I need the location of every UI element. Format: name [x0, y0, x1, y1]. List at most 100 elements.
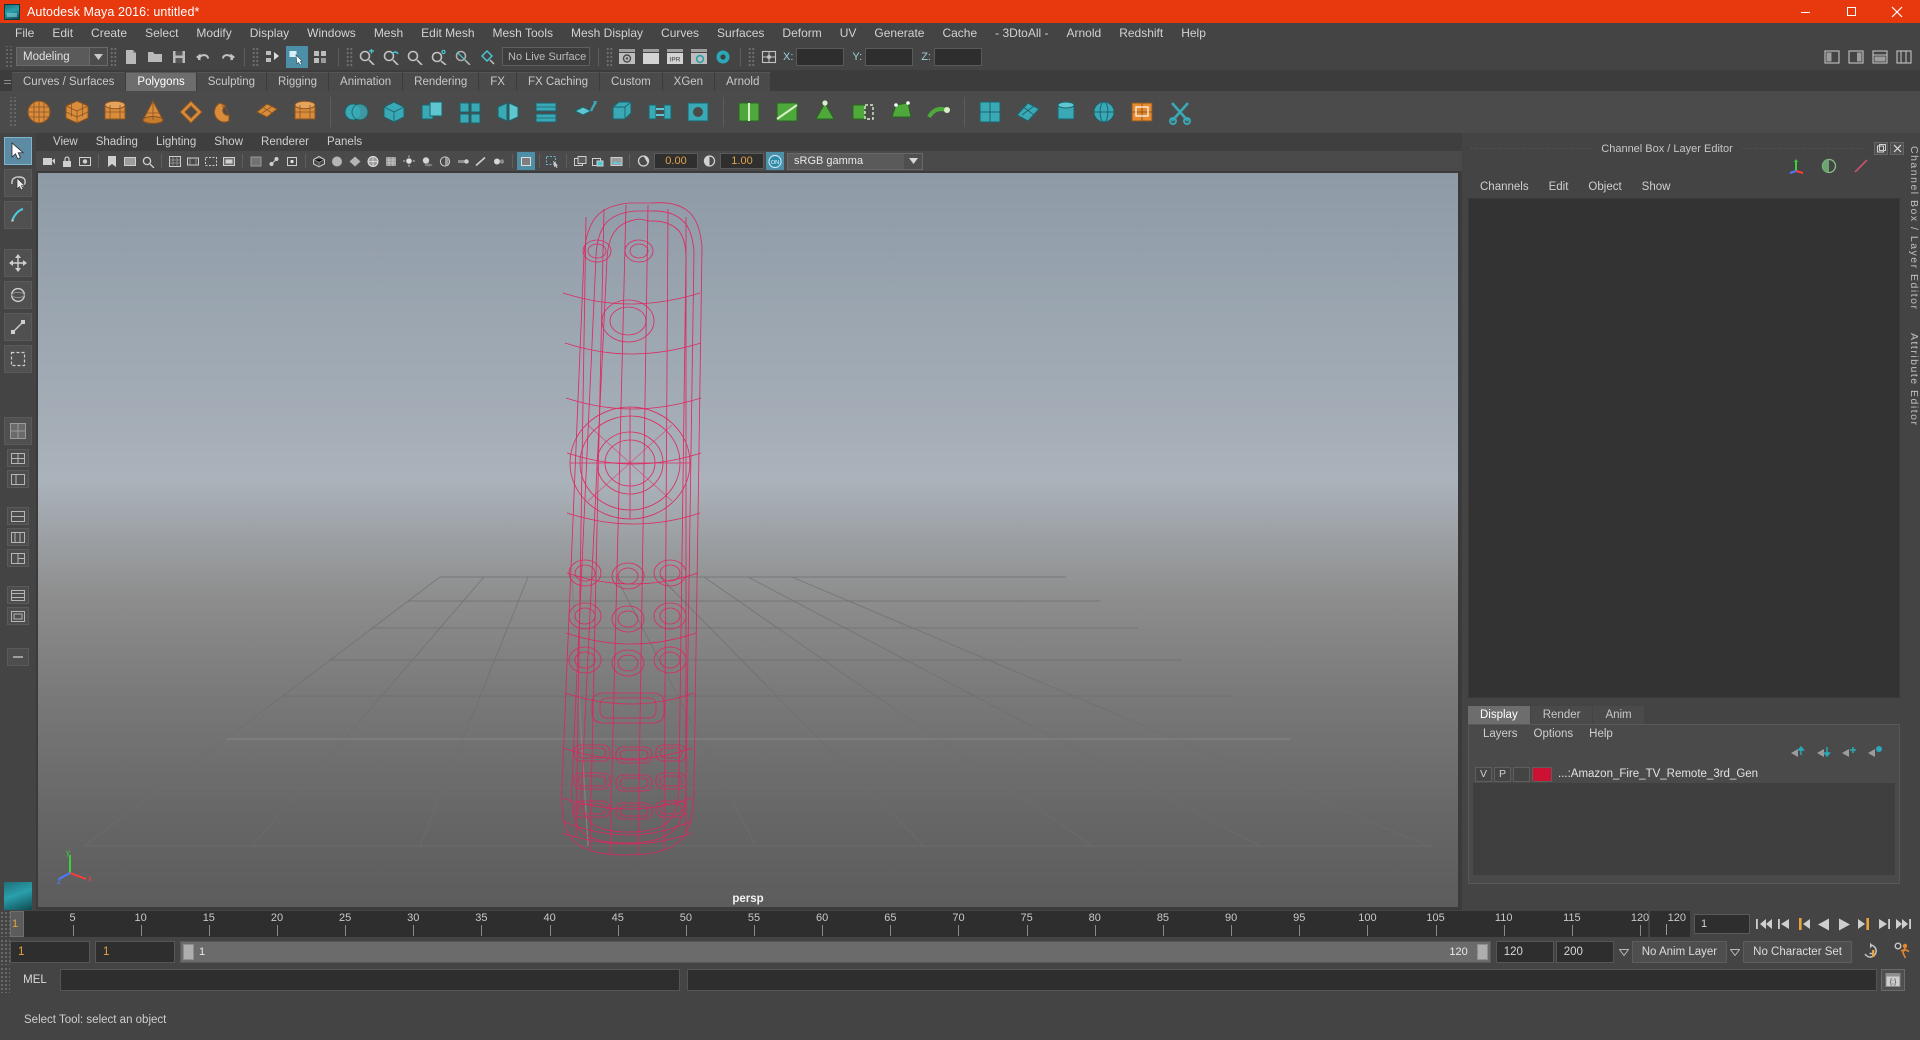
layer-color-swatch[interactable] [1532, 766, 1552, 782]
shelf-gripper[interactable] [2, 70, 12, 91]
spherical-mapping-icon[interactable] [1086, 94, 1122, 130]
image-plane-icon[interactable] [121, 152, 139, 170]
command-input[interactable] [60, 969, 680, 991]
range-start-input[interactable]: 1 [95, 941, 175, 963]
multisample-aa-icon[interactable] [472, 152, 490, 170]
camera-attributes-icon[interactable] [76, 152, 94, 170]
scale-tool[interactable] [4, 313, 32, 341]
collapse-toolbox-button[interactable] [7, 648, 29, 666]
select-tool[interactable] [4, 137, 32, 165]
play-forwards-icon[interactable] [1834, 913, 1854, 935]
snap-projected-icon[interactable] [428, 46, 450, 68]
shelf-tab-xgen[interactable]: XGen [662, 72, 715, 91]
shelf-tab-animation[interactable]: Animation [329, 72, 403, 91]
film-gate-icon[interactable] [184, 152, 202, 170]
snap-view-plane-icon[interactable] [452, 46, 474, 68]
texture-toggle-icon[interactable] [382, 152, 400, 170]
channelbox-menu-object[interactable]: Object [1578, 181, 1631, 193]
viewport-menu-panels[interactable]: Panels [318, 136, 371, 148]
panel-drag-dots-left[interactable] [1470, 148, 1594, 149]
layer-visibility-toggle[interactable]: V [1475, 766, 1492, 782]
reduce-icon[interactable] [528, 94, 564, 130]
planar-mapping-icon[interactable] [1010, 94, 1046, 130]
shelf-tab-arnold[interactable]: Arnold [715, 72, 771, 91]
close-button[interactable] [1874, 0, 1920, 23]
viewport-menu-renderer[interactable]: Renderer [252, 136, 318, 148]
uv-cut-icon[interactable] [1162, 94, 1198, 130]
chevron-down-icon[interactable] [904, 153, 922, 169]
live-surface-field[interactable]: No Live Surface [502, 47, 590, 66]
show-hide-attribute-editor-icon[interactable] [1845, 46, 1867, 68]
smooth-icon[interactable] [452, 94, 488, 130]
snap-point-icon[interactable] [404, 46, 426, 68]
command-line-gripper[interactable] [0, 967, 10, 993]
viewport-menu-view[interactable]: View [44, 136, 87, 148]
channelbox-menu-show[interactable]: Show [1632, 181, 1681, 193]
append-polygon-icon[interactable] [845, 94, 881, 130]
command-response-field[interactable] [687, 969, 1877, 991]
new-layer-icon[interactable] [1841, 745, 1857, 761]
go-to-end-icon[interactable] [1894, 913, 1914, 935]
play-backwards-icon[interactable] [1814, 913, 1834, 935]
move-layer-down-icon[interactable] [1815, 745, 1831, 761]
insert-edge-loop-icon[interactable] [731, 94, 767, 130]
layer-tab-render[interactable]: Render [1530, 706, 1593, 724]
layer-tab-display[interactable]: Display [1468, 706, 1530, 724]
select-hierarchy-icon[interactable] [262, 46, 284, 68]
gamma-icon[interactable] [700, 152, 718, 170]
save-scene-icon[interactable] [168, 46, 190, 68]
menu-redshift[interactable]: Redshift [1110, 23, 1172, 43]
isolate-select-icon[interactable] [517, 152, 535, 170]
layer-playback-toggle[interactable]: P [1494, 766, 1511, 782]
animation-end-input[interactable]: 200 [1555, 941, 1614, 963]
shadows-toggle-icon[interactable] [418, 152, 436, 170]
undo-icon[interactable] [192, 46, 214, 68]
group-gripper-3[interactable] [346, 46, 353, 67]
sculpt-geometry-icon[interactable] [921, 94, 957, 130]
menu-3dtoall[interactable]: - 3DtoAll - [986, 23, 1057, 43]
shelf-tab-fx[interactable]: FX [479, 72, 516, 91]
panel-drag-dots-right[interactable] [1740, 148, 1864, 149]
viewport-menu-shading[interactable]: Shading [87, 136, 147, 148]
exposure-input[interactable]: 0.00 [654, 153, 698, 169]
dock-tab-attribute-editor[interactable]: Attribute Editor [1904, 327, 1920, 432]
channelbox-menu-edit[interactable]: Edit [1539, 181, 1579, 193]
layer-tab-anim[interactable]: Anim [1593, 706, 1644, 724]
poly-cylinder-icon[interactable] [97, 94, 133, 130]
redo-icon[interactable] [216, 46, 238, 68]
three-pane-layout[interactable] [7, 549, 29, 567]
menu-edit-mesh[interactable]: Edit Mesh [412, 23, 483, 43]
maximize-button[interactable] [1828, 0, 1874, 23]
menu-display[interactable]: Display [241, 23, 298, 43]
step-back-frame-icon[interactable] [1774, 913, 1794, 935]
lock-camera-icon[interactable] [58, 152, 76, 170]
make-live-icon[interactable] [476, 46, 498, 68]
boolean-icon[interactable] [414, 94, 450, 130]
group-gripper-5[interactable] [748, 46, 755, 67]
duplicate-view-icon[interactable] [571, 152, 589, 170]
snap-grid-icon[interactable] [356, 46, 378, 68]
shelf-bar-gripper[interactable] [8, 97, 17, 127]
new-scene-icon[interactable] [120, 46, 142, 68]
character-set-chevron-down-icon[interactable] [1727, 941, 1743, 963]
xray-toggle-icon[interactable] [247, 152, 265, 170]
poly-sphere-icon[interactable] [21, 94, 57, 130]
poly-plane-icon[interactable] [249, 94, 285, 130]
hypershade-layout[interactable] [7, 586, 29, 604]
shape-channels-icon[interactable] [1820, 157, 1838, 178]
anim-layer-combo[interactable]: No Anim Layer [1616, 941, 1728, 963]
step-forward-frame-icon[interactable] [1874, 913, 1894, 935]
flat-shade-icon[interactable] [346, 152, 364, 170]
marquee-select-icon[interactable] [544, 152, 562, 170]
menu-modify[interactable]: Modify [187, 23, 240, 43]
mirror-geometry-icon[interactable] [490, 94, 526, 130]
transform-channels-icon[interactable] [1788, 157, 1806, 178]
menu-generate[interactable]: Generate [865, 23, 933, 43]
persp-uv-layout[interactable] [7, 607, 29, 625]
menu-curves[interactable]: Curves [652, 23, 708, 43]
step-back-key-icon[interactable] [1794, 913, 1814, 935]
range-end-input[interactable]: 120 [1495, 941, 1554, 963]
channel-box-attribute-list[interactable] [1468, 198, 1900, 698]
channelbox-menu-channels[interactable]: Channels [1470, 181, 1539, 193]
last-tool-used[interactable] [4, 345, 32, 373]
